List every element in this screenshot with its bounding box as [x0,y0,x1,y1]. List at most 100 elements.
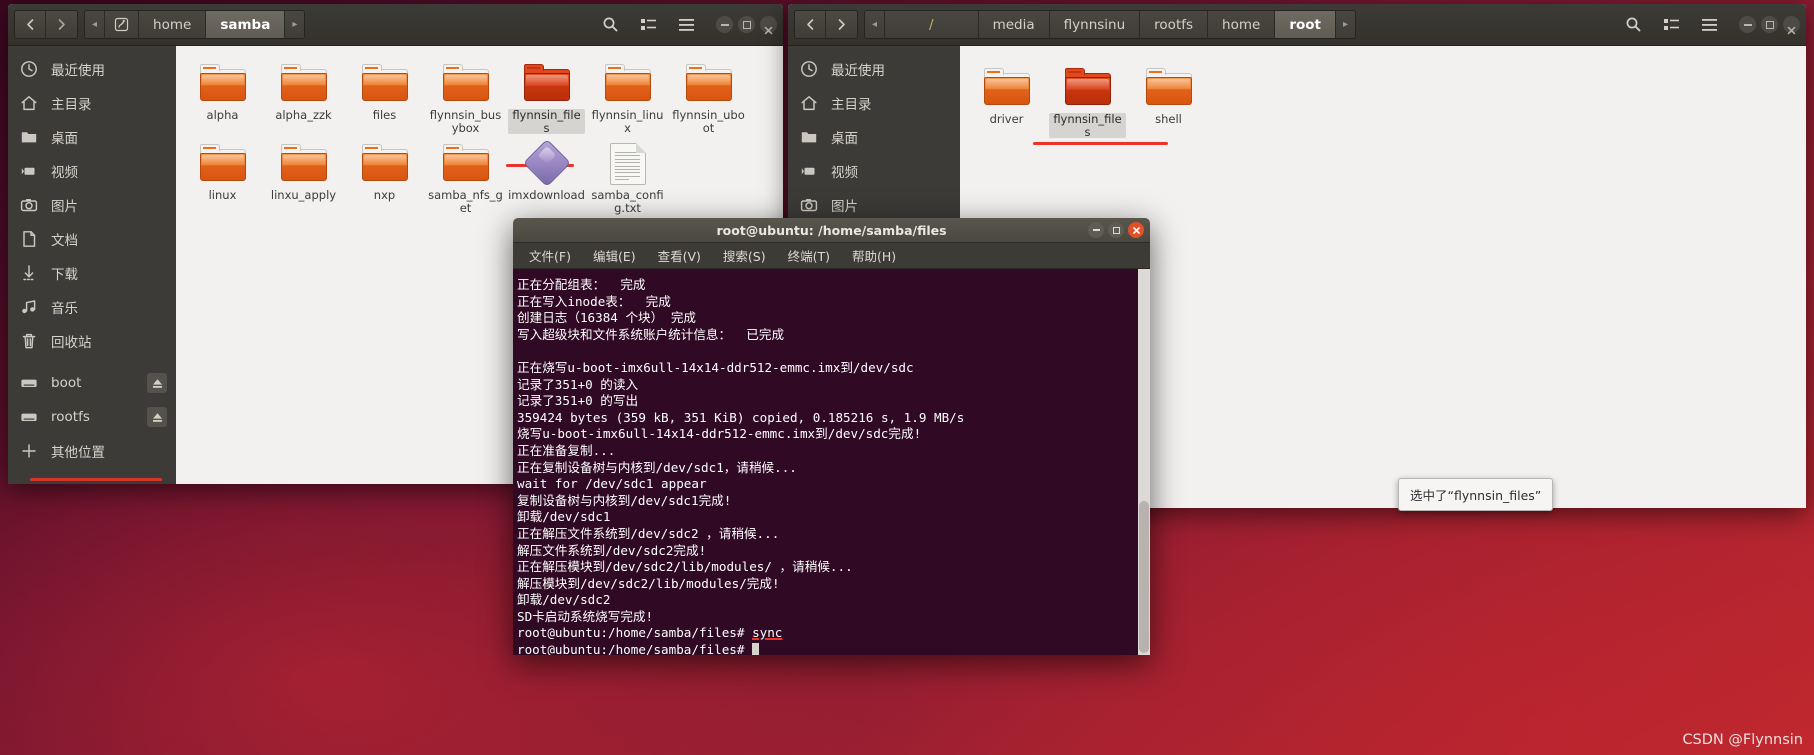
terminal-menu-item[interactable]: 查看(V) [655,245,704,266]
sidebar-item-下载[interactable]: 下载 [8,256,176,290]
file-label: samba_​config.txt [591,188,664,215]
terminal-minimize-button[interactable] [1088,222,1104,238]
terminal-scrollbar-thumb[interactable] [1139,500,1149,653]
file-item[interactable]: flynnsin_​uboot [668,56,749,136]
file-item[interactable]: flynnsin_​linux [587,56,668,136]
folder-icon [604,64,651,102]
sidebar-item-label: 最近使用 [51,63,105,79]
back-button-right[interactable] [795,11,826,38]
search-button[interactable] [594,10,626,39]
file-label: files [372,108,397,122]
file-icon [278,140,330,186]
sidebar-item-图片[interactable]: 图片 [788,188,960,222]
breadcrumb-item-root[interactable]: root [1275,11,1336,38]
terminal-prompt-line-current[interactable]: root@ubuntu:/home/samba/files# [515,642,1148,655]
sidebar-item-回收站[interactable]: 回收站 [8,324,176,358]
sidebar-item-最近使用[interactable]: 最近使用 [788,52,960,86]
sidebar-item-图片[interactable]: 图片 [8,188,176,222]
forward-button[interactable] [46,11,77,38]
terminal-menu-item[interactable]: 搜索(S) [720,245,769,266]
search-icon [1626,17,1640,32]
sidebar-item-音乐[interactable]: 音乐 [8,290,176,324]
file-item[interactable]: linxu_​apply [263,136,344,216]
breadcrumb-next-button[interactable]: ▸ [285,11,305,38]
breadcrumb-item-flynnsinu[interactable]: flynnsinu [1049,11,1141,38]
music-icon [22,300,36,314]
terminal-output[interactable]: 正在分配组表： 完成 正在写入inode表： 完成 创建日志（16384 个块） 完… [513,269,1150,655]
breadcrumb-item-media[interactable]: media [978,11,1050,38]
file-item[interactable]: flynnsin_​busybox [425,56,506,136]
breadcrumb-item-samba[interactable]: samba [206,11,286,38]
close-button[interactable] [760,16,777,35]
file-item[interactable]: imxdownload [506,136,587,216]
main-menu-button[interactable] [670,10,702,39]
sidebar-item-主目录[interactable]: 主目录 [8,86,176,120]
sidebar-item-视频[interactable]: 视频 [8,154,176,188]
sidebar-item-桌面[interactable]: 桌面 [788,120,960,154]
file-item[interactable]: samba_​nfs_​get [425,136,506,216]
sidebar-item-视频[interactable]: 视频 [788,154,960,188]
sidebar-item-最近使用[interactable]: 最近使用 [8,52,176,86]
watermark: CSDN @Flynnsin [1682,732,1803,748]
breadcrumb-home-drive[interactable] [105,11,140,38]
terminal-menu-item[interactable]: 终端(T) [785,245,833,266]
file-item[interactable]: alpha_​zzk [263,56,344,136]
sidebar-item-主目录[interactable]: 主目录 [788,86,960,120]
file-item[interactable]: shell [1128,60,1209,140]
breadcrumb-next-button[interactable]: ▸ [1335,11,1356,38]
terminal-scrollbar[interactable] [1138,269,1150,655]
terminal-menu-item[interactable]: 编辑(E) [590,245,639,266]
maximize-button[interactable] [738,16,755,33]
view-options-button-right[interactable] [1655,10,1687,39]
terminal-menu-item[interactable]: 文件(F) [526,245,574,266]
close-button-right[interactable] [1783,16,1800,35]
clock-icon [20,60,38,78]
terminal-line: 正在解压文件系统到/dev/sdc2 ，请稍候... [517,525,780,541]
terminal-line: 记录了351+0 的写出 [517,393,639,409]
terminal-window[interactable]: root@ubuntu: /home/samba/files 文件(F) 编辑(E… [513,218,1150,655]
sidebar-item-其他位置[interactable]: 其他位置 [8,434,176,468]
breadcrumb-item-root[interactable]: / [885,11,979,38]
breadcrumb-prev-button[interactable]: ◂ [85,11,106,38]
sidebar-item-桌面[interactable]: 桌面 [8,120,176,154]
video-icon [21,167,35,175]
sidebar-item-boot[interactable]: boot [8,366,176,400]
minimize-button[interactable] [716,16,733,33]
breadcrumb-item-rootfs[interactable]: rootfs [1140,11,1209,38]
terminal-titlebar[interactable]: root@ubuntu: /home/samba/files [513,218,1150,243]
annotation-underline-flynnsin-files [1033,142,1168,145]
main-menu-button-right[interactable] [1693,10,1725,39]
search-button-right[interactable] [1617,10,1649,39]
eject-button[interactable] [147,373,167,393]
file-item[interactable]: linux [182,136,263,216]
view-grid-icon [640,19,656,30]
file-item[interactable]: alpha [182,56,263,136]
sidebar-item-rootfs[interactable]: rootfs [8,400,176,434]
breadcrumb-prev-button[interactable]: ◂ [865,11,886,38]
file-item[interactable]: flynnsin_​files [1047,60,1128,140]
document-icon [23,231,36,247]
breadcrumb-item-home[interactable]: home [139,11,207,38]
file-item[interactable]: samba_​config.txt [587,136,668,216]
file-item[interactable]: nxp [344,136,425,216]
sidebar-item-文档[interactable]: 文档 [8,222,176,256]
view-options-button[interactable] [632,10,664,39]
maximize-button-right[interactable] [1761,16,1778,33]
terminal-close-button[interactable] [1128,222,1144,238]
terminal-line: 正在烧写u-boot-imx6ull-14x14-ddr512-emmc.imx… [517,359,914,375]
file-icon [197,60,249,106]
file-item[interactable]: driver [966,60,1047,140]
back-button[interactable] [15,11,46,38]
eject-button[interactable] [147,407,167,427]
home-drive-icon [114,17,129,32]
breadcrumb-item-home[interactable]: home [1208,11,1276,38]
file-item[interactable]: flynnsin_​files [506,56,587,136]
file-label: driver [989,112,1024,126]
terminal-maximize-button[interactable] [1108,222,1124,238]
minimize-button-right[interactable] [1739,16,1756,33]
file-item[interactable]: files [344,56,425,136]
terminal-menu-item[interactable]: 帮助(H) [849,245,899,266]
forward-button-right[interactable] [826,11,857,38]
terminal-command: sync [752,625,783,641]
